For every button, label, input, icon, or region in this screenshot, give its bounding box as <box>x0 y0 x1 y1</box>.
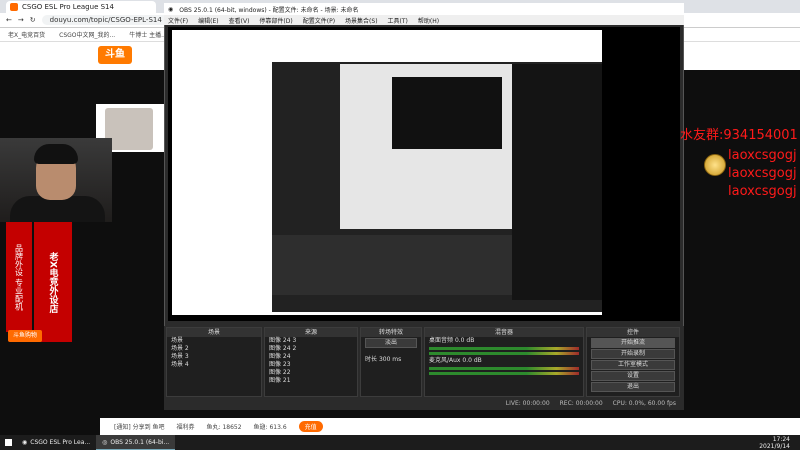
studio-mode-button[interactable]: 工作室模式 <box>591 360 675 370</box>
fish-ball-count: 鱼丸: 18652 <box>206 424 242 431</box>
side-banner: 品牌外设 专业配机 <box>6 222 32 332</box>
volume-slider[interactable] <box>429 352 579 355</box>
obs-menubar: 文件(F) 编辑(E) 查看(V) 停靠部件(D) 配置文件(P) 场景集合(S… <box>164 15 684 25</box>
sources-title: 来源 <box>265 328 357 337</box>
source-item[interactable]: 图像 22 <box>265 369 357 377</box>
fan-group-number: 934154001 <box>723 128 798 143</box>
controls-title: 控件 <box>587 328 679 337</box>
stream-bottom-bar: [通知] 分享到 鱼吧 福利券 鱼丸: 18652 鱼翅: 613.6 充值 <box>100 418 800 435</box>
source-item[interactable]: 图像 24 3 <box>265 337 357 345</box>
scene-item[interactable]: 场景 <box>167 337 261 345</box>
source-item[interactable]: 图像 24 2 <box>265 345 357 353</box>
shop-banner: 老X电竞外设店 <box>34 222 72 342</box>
bookmark-item[interactable]: CSGO中文网_我的... <box>59 30 115 39</box>
obs-title: OBS 25.0.1 (64-bit, windows) - 配置文件: 未命名… <box>179 6 359 14</box>
mixer-track-label: 桌面音频 <box>429 337 454 344</box>
douyu-logo[interactable]: 斗鱼 <box>98 46 132 64</box>
scene-item[interactable]: 场景 2 <box>167 345 261 353</box>
handle-text: laoxcsgogj <box>728 148 797 163</box>
taskbar-item-browser[interactable]: ◉ CSGO ESL Pro Lea... <box>16 435 96 450</box>
chrome-icon: ◉ <box>22 439 28 446</box>
coin-icon <box>704 154 726 176</box>
mixer-title: 混音器 <box>425 328 583 337</box>
menu-scene-collection[interactable]: 场景集合(S) <box>345 16 378 25</box>
clock[interactable]: 17:24 2021/9/14 <box>759 436 800 450</box>
notice-text[interactable]: [通知] 分享到 鱼吧 <box>114 422 165 431</box>
mixer-db: 0.0 dB <box>454 337 475 344</box>
fan-group-text: 水友群:934154001 <box>680 124 798 143</box>
controls-dock: 控件 开始推流 开始录制 工作室模式 设置 退出 <box>586 327 680 397</box>
handle-text: laoxcsgogj <box>728 166 797 181</box>
scene-item[interactable]: 场景 3 <box>167 353 261 361</box>
handle-text: laoxcsgogj <box>728 184 797 199</box>
transitions-title: 转场特效 <box>361 328 421 337</box>
obs-icon: ◎ <box>102 438 108 446</box>
menu-file[interactable]: 文件(F) <box>168 16 188 25</box>
source-item[interactable]: 图像 21 <box>265 377 357 385</box>
mixer-track-label: 麦克风/Aux <box>429 357 461 364</box>
audio-meter <box>429 367 579 370</box>
settings-button[interactable]: 设置 <box>591 371 675 381</box>
scenes-title: 场景 <box>167 328 261 337</box>
taskbar: ◉ CSGO ESL Pro Lea... ◎ OBS 25.0.1 (64-bi.… <box>0 435 800 450</box>
start-recording-button[interactable]: 开始录制 <box>591 349 675 359</box>
bookmark-item[interactable]: 牛博士 主播... <box>129 30 167 39</box>
mixer-db: 0.0 dB <box>462 357 482 364</box>
live-timer: LIVE: 00:00:00 <box>505 399 550 407</box>
nested-capture-side <box>512 64 602 300</box>
volume-slider[interactable] <box>429 372 579 375</box>
duration-input[interactable]: 300 ms <box>379 356 401 363</box>
rec-timer: REC: 00:00:00 <box>559 399 603 407</box>
shop-button[interactable]: 斗鱼购物 <box>8 330 42 342</box>
scene-item[interactable]: 场景 4 <box>167 361 261 369</box>
menu-tools[interactable]: 工具(T) <box>388 16 408 25</box>
audio-meter <box>429 347 579 350</box>
transitions-dock: 转场特效 淡出 时长 300 ms <box>360 327 422 397</box>
menu-view[interactable]: 查看(V) <box>229 16 250 25</box>
clock-date: 2021/9/14 <box>759 442 790 450</box>
menu-help[interactable]: 帮助(H) <box>418 16 439 25</box>
fish-fin-count: 鱼翅: 613.6 <box>253 424 287 431</box>
clock-time: 17:24 <box>772 435 790 443</box>
coupon-link[interactable]: 福利券 <box>177 422 195 431</box>
mixer-dock: 混音器 桌面音频 0.0 dB 麦克风/Aux 0.0 dB <box>424 327 584 397</box>
start-streaming-button[interactable]: 开始推流 <box>591 338 675 348</box>
taskbar-item-obs[interactable]: ◎ OBS 25.0.1 (64-bi... <box>96 435 176 450</box>
windows-start-icon[interactable] <box>0 435 16 450</box>
cpu-readout: CPU: 0.0%, 60.00 fps <box>612 399 676 407</box>
scenes-dock: 场景 场景 场景 2 场景 3 场景 4 <box>166 327 262 397</box>
bookmark-item[interactable]: 老X_电竞百货 <box>8 30 45 39</box>
forward-icon[interactable]: → <box>18 16 24 24</box>
tab-title: CSGO ESL Pro League S14 <box>22 3 114 11</box>
nested-capture-level3 <box>392 77 502 149</box>
menu-docks[interactable]: 停靠部件(D) <box>259 16 292 25</box>
duration-label: 时长 <box>365 356 378 363</box>
exit-button[interactable]: 退出 <box>591 382 675 392</box>
transition-select[interactable]: 淡出 <box>365 338 417 348</box>
obs-statusbar: LIVE: 00:00:00 REC: 00:00:00 CPU: 0.0%, … <box>164 398 684 408</box>
webcam-person-hair <box>34 144 78 164</box>
source-item[interactable]: 图像 24 <box>265 353 357 361</box>
back-icon[interactable]: ← <box>6 16 12 24</box>
sources-dock: 来源 图像 24 3 图像 24 2 图像 24 图像 23 图像 22 图像 … <box>264 327 358 397</box>
reload-icon[interactable]: ↻ <box>30 16 36 24</box>
source-item[interactable]: 图像 23 <box>265 361 357 369</box>
obs-titlebar: ◉ OBS 25.0.1 (64-bit, windows) - 配置文件: 未… <box>164 3 684 15</box>
streamer-avatar <box>105 108 153 150</box>
recharge-button[interactable]: 充值 <box>298 421 323 432</box>
fan-group-prefix: 水友群: <box>680 128 724 143</box>
douyu-favicon-icon <box>10 3 18 11</box>
obs-logo-icon: ◉ <box>168 5 174 13</box>
menu-edit[interactable]: 编辑(E) <box>198 16 218 25</box>
menu-profile[interactable]: 配置文件(P) <box>303 16 335 25</box>
browser-tab[interactable]: CSGO ESL Pro League S14 <box>6 1 156 13</box>
